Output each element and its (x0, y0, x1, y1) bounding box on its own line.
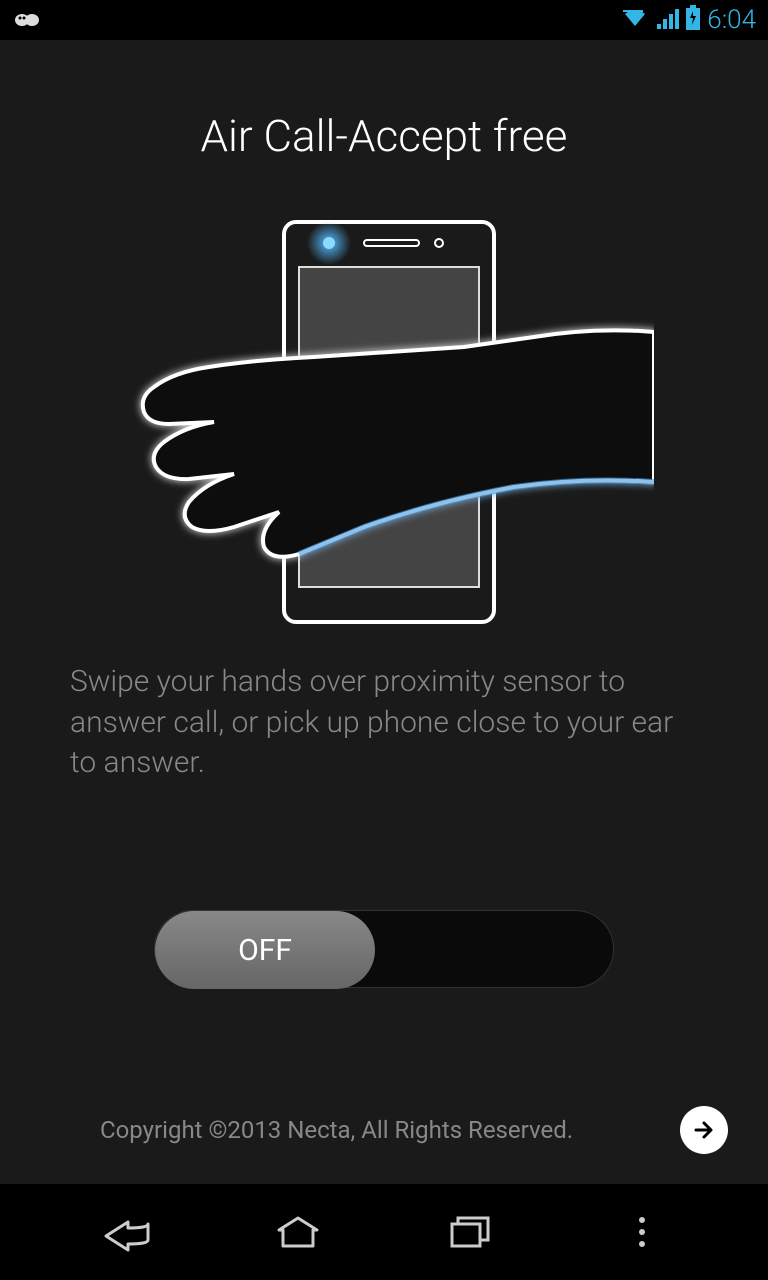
toggle-thumb: OFF (155, 911, 375, 989)
wifi-icon (621, 6, 649, 34)
recent-apps-button[interactable] (440, 1202, 500, 1262)
toggle-label: OFF (238, 933, 292, 968)
battery-charging-icon (685, 5, 701, 35)
feature-toggle[interactable]: OFF (154, 910, 614, 988)
arrow-right-icon (690, 1116, 718, 1144)
recent-apps-icon (446, 1212, 494, 1252)
back-button[interactable] (96, 1202, 156, 1262)
gesture-illustration (114, 212, 654, 632)
next-button[interactable] (680, 1106, 728, 1154)
android-debug-icon (12, 8, 44, 32)
menu-button[interactable] (612, 1202, 672, 1262)
menu-dots-icon (636, 1214, 648, 1250)
description-text: Swipe your hands over proximity sensor t… (0, 632, 768, 784)
home-button[interactable] (268, 1202, 328, 1262)
status-bar-right: 6:04 (621, 5, 756, 35)
toggle-track: OFF (154, 910, 614, 988)
status-bar-left (12, 8, 44, 32)
status-time: 6:04 (707, 5, 756, 35)
app-title: Air Call-Accept free (0, 110, 768, 162)
home-icon (273, 1212, 323, 1252)
back-icon (98, 1212, 154, 1252)
nav-bar (0, 1184, 768, 1280)
status-bar: 6:04 (0, 0, 768, 40)
app-content: Air Call-Accept free (0, 40, 768, 1184)
footer: Copyright ©2013 Necta, All Rights Reserv… (0, 1106, 768, 1154)
signal-icon (655, 6, 679, 34)
copyright-text: Copyright ©2013 Necta, All Rights Reserv… (100, 1116, 573, 1144)
